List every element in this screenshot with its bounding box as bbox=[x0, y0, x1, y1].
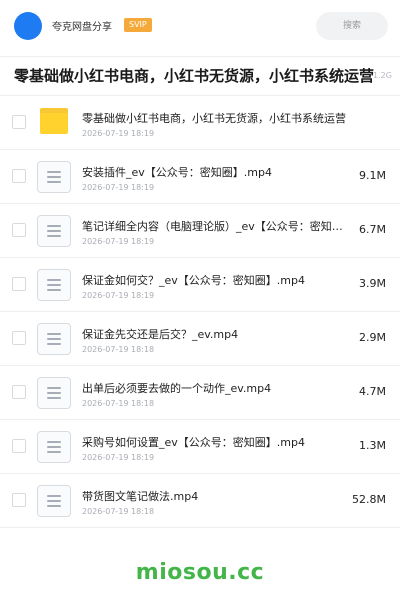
list-item[interactable]: 安装插件_ev【公众号：密知圈】.mp4 2026-07-19 18:19 9.… bbox=[0, 150, 400, 204]
video-file-icon bbox=[37, 377, 71, 409]
watermark: miosou.cc bbox=[135, 560, 265, 585]
list-item[interactable]: 保证金先交还是后交？_ev.mp4 2026-07-19 18:18 2.9M bbox=[0, 312, 400, 366]
file-date: 2026-07-19 18:19 bbox=[82, 453, 155, 462]
select-checkbox[interactable] bbox=[12, 439, 26, 453]
list-item[interactable]: 保证金如何交？_ev【公众号：密知圈】.mp4 2026-07-19 18:19… bbox=[0, 258, 400, 312]
folder-icon bbox=[40, 108, 68, 134]
search-button[interactable]: 搜索 bbox=[316, 12, 388, 40]
file-name[interactable]: 保证金如何交？_ev【公众号：密知圈】.mp4 bbox=[82, 272, 354, 288]
avatar[interactable] bbox=[14, 12, 42, 40]
file-name[interactable]: 带货图文笔记做法.mp4 bbox=[82, 488, 354, 504]
list-item[interactable]: 出单后必须要去做的一个动作_ev.mp4 2026-07-19 18:18 4.… bbox=[0, 366, 400, 420]
file-size: 4.7M bbox=[359, 385, 386, 398]
select-checkbox[interactable] bbox=[12, 277, 26, 291]
video-file-icon bbox=[37, 431, 71, 463]
select-checkbox[interactable] bbox=[12, 385, 26, 399]
file-name[interactable]: 笔记详细全内容（电脑理论版）_ev【公众号：密知圈】.mp4 bbox=[82, 218, 350, 234]
file-name[interactable]: 保证金先交还是后交？_ev.mp4 bbox=[82, 326, 354, 342]
video-file-icon bbox=[37, 485, 71, 517]
file-name[interactable]: 安装插件_ev【公众号：密知圈】.mp4 bbox=[82, 164, 354, 180]
file-size: 6.7M bbox=[359, 223, 386, 236]
file-name[interactable]: 出单后必须要去做的一个动作_ev.mp4 bbox=[82, 380, 354, 396]
video-file-icon bbox=[37, 215, 71, 247]
file-date: 2026-07-19 18:18 bbox=[82, 399, 155, 408]
file-date: 2026-07-19 18:18 bbox=[82, 507, 155, 516]
video-file-icon bbox=[37, 269, 71, 301]
folder-size: 1.2G bbox=[373, 71, 392, 80]
select-checkbox[interactable] bbox=[12, 493, 26, 507]
app-header: 夸克网盘分享 SVIP 搜索 bbox=[0, 0, 400, 52]
select-checkbox[interactable] bbox=[12, 115, 26, 129]
file-size: 1.3M bbox=[359, 439, 386, 452]
file-date: 2026-07-19 18:19 bbox=[82, 291, 155, 300]
video-file-icon bbox=[37, 161, 71, 193]
file-date: 2026-07-19 18:19 bbox=[82, 129, 155, 138]
brand-name: 夸克网盘分享 bbox=[52, 22, 112, 33]
folder-title-bar: 零基础做小红书电商，小红书无货源，小红书系统运营 1.2G bbox=[0, 56, 400, 96]
list-item[interactable]: 笔记详细全内容（电脑理论版）_ev【公众号：密知圈】.mp4 2026-07-1… bbox=[0, 204, 400, 258]
select-checkbox[interactable] bbox=[12, 169, 26, 183]
file-size: 3.9M bbox=[359, 277, 386, 290]
file-size: 2.9M bbox=[359, 331, 386, 344]
select-checkbox[interactable] bbox=[12, 223, 26, 237]
list-item[interactable]: 零基础做小红书电商，小红书无货源，小红书系统运营 2026-07-19 18:1… bbox=[0, 96, 400, 150]
video-file-icon bbox=[37, 323, 71, 355]
list-item[interactable]: 采购号如何设置_ev【公众号：密知圈】.mp4 2026-07-19 18:19… bbox=[0, 420, 400, 474]
file-date: 2026-07-19 18:18 bbox=[82, 345, 155, 354]
file-name[interactable]: 采购号如何设置_ev【公众号：密知圈】.mp4 bbox=[82, 434, 354, 450]
list-item[interactable]: 带货图文笔记做法.mp4 2026-07-19 18:18 52.8M bbox=[0, 474, 400, 528]
file-size: 52.8M bbox=[352, 493, 386, 506]
file-size: 9.1M bbox=[359, 169, 386, 182]
file-list: 零基础做小红书电商，小红书无货源，小红书系统运营 2026-07-19 18:1… bbox=[0, 96, 400, 528]
file-date: 2026-07-19 18:19 bbox=[82, 183, 155, 192]
svip-badge: SVIP bbox=[124, 18, 152, 32]
file-date: 2026-07-19 18:19 bbox=[82, 237, 155, 246]
file-name[interactable]: 零基础做小红书电商，小红书无货源，小红书系统运营 bbox=[82, 110, 354, 126]
page-title: 零基础做小红书电商，小红书无货源，小红书系统运营 bbox=[14, 67, 375, 85]
select-checkbox[interactable] bbox=[12, 331, 26, 345]
